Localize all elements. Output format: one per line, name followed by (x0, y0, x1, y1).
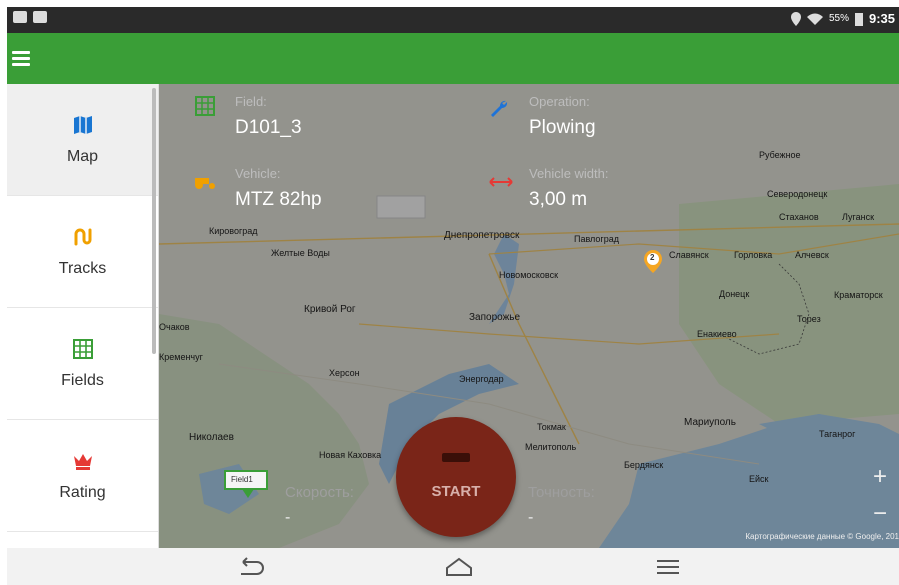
operation-info[interactable]: Operation: Plowing (529, 94, 596, 139)
accuracy-value: - (528, 509, 534, 526)
speed-block: Скорость: - (285, 484, 354, 527)
recents-icon[interactable] (653, 556, 683, 578)
field-value: D101_3 (235, 117, 302, 138)
sidebar-item-map[interactable]: Map (7, 84, 158, 196)
zoom-out-button[interactable]: − (869, 500, 891, 528)
accuracy-block: Точность: - (528, 484, 595, 527)
sidebar-item-label: Map (66, 147, 99, 165)
vehicle-width-label: Vehicle width: (529, 166, 609, 181)
notification-icon (13, 11, 27, 23)
sidebar-item-fields[interactable]: Fields (7, 308, 158, 420)
location-icon (790, 11, 801, 26)
field-marker[interactable]: Field1 (224, 470, 270, 505)
status-bar: 55% 9:35 (7, 7, 899, 33)
vehicle-width-info[interactable]: Vehicle width: 3,00 m (529, 166, 609, 211)
grid-icon (195, 96, 215, 116)
cluster-marker[interactable]: 2 (640, 248, 666, 279)
map-icon (73, 115, 92, 134)
tracks-icon (74, 228, 91, 245)
operation-value: Plowing (529, 117, 596, 138)
map-copyright: Картографические данные © Google, 201 (745, 532, 899, 541)
vehicle-info[interactable]: Vehicle: MTZ 82hp (235, 166, 322, 211)
crown-icon (73, 453, 92, 470)
accuracy-label: Точность: (528, 484, 595, 501)
home-icon[interactable] (444, 556, 474, 578)
field-marker-label: Field1 (231, 475, 253, 484)
field-label: Field: (235, 94, 267, 109)
hamburger-menu-icon[interactable] (12, 51, 30, 67)
width-arrow-icon (489, 177, 513, 187)
start-label: START (431, 483, 481, 500)
vehicle-value: MTZ 82hp (235, 189, 322, 210)
clock: 9:35 (868, 11, 895, 26)
session-info-panel: Field: D101_3 Operation: Plowing Vehicle… (159, 84, 899, 224)
tractor-icon (195, 178, 215, 189)
wrench-icon (491, 100, 508, 117)
field-info[interactable]: Field: D101_3 (235, 94, 302, 139)
system-nav-bar (7, 548, 899, 585)
vehicle-width-value: 3,00 m (529, 189, 588, 210)
notification-icons (13, 11, 47, 23)
sidebar-item-label: Tracks (58, 259, 107, 277)
sidebar-item-label: Rating (59, 483, 106, 501)
sidebar: Map Tracks Fields Rating (7, 84, 159, 548)
operation-label: Operation: (529, 94, 590, 109)
sidebar-item-label: Fields (61, 371, 104, 389)
vehicle-label: Vehicle: (235, 166, 281, 181)
cluster-count: 2 (650, 253, 655, 262)
start-indicator (442, 453, 470, 462)
speed-label: Скорость: (285, 484, 354, 501)
battery-percent: 55% (828, 13, 849, 24)
back-icon[interactable] (235, 556, 265, 578)
battery-icon (854, 12, 863, 26)
sidebar-item-tracks[interactable]: Tracks (7, 196, 158, 308)
zoom-in-button[interactable]: + (869, 463, 891, 491)
app-bar (7, 33, 899, 84)
wifi-icon (806, 13, 823, 25)
start-button[interactable]: START (396, 417, 516, 537)
sidebar-scrollbar[interactable] (152, 88, 156, 354)
sidebar-item-rating[interactable]: Rating (7, 420, 158, 532)
car-icon (33, 11, 47, 23)
speed-value: - (285, 509, 291, 526)
grid-icon (72, 338, 93, 359)
